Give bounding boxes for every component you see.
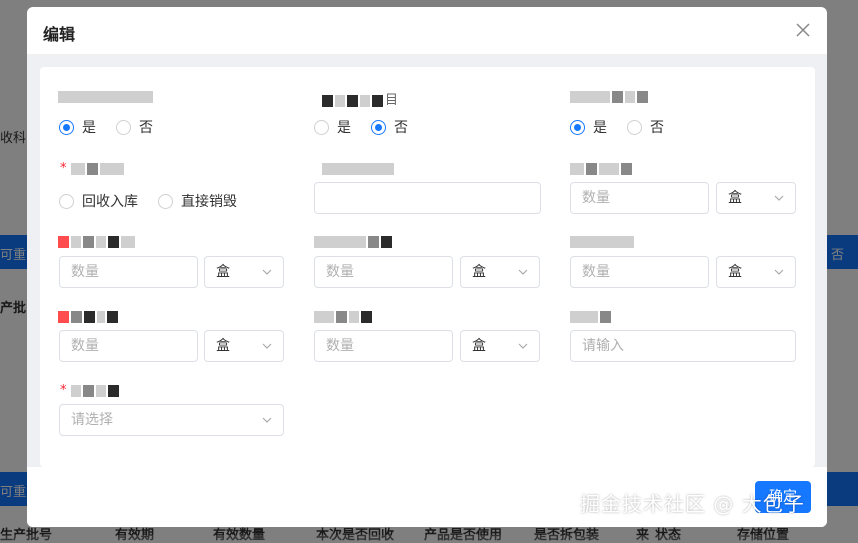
chevron-down-icon bbox=[262, 343, 272, 349]
quantity-input[interactable]: 数量 bbox=[314, 330, 453, 362]
chevron-down-icon bbox=[262, 269, 272, 275]
field-label-r3c3 bbox=[570, 234, 636, 249]
select-placeholder: 请选择 bbox=[71, 412, 113, 428]
field-label-r1c1 bbox=[58, 89, 155, 104]
unit-select-value: 盒 bbox=[728, 264, 742, 280]
chevron-down-icon bbox=[518, 343, 528, 349]
storage-location-select[interactable]: 请选择 bbox=[59, 404, 284, 436]
close-icon[interactable] bbox=[793, 20, 813, 40]
radio-indicator bbox=[627, 119, 642, 135]
unit-select[interactable]: 盒 bbox=[204, 256, 284, 288]
dialog-body: 是 否 目 是 否 是 否 * 回收入库 直接销毁 数量 盒 数量 盒 数量 盒… bbox=[27, 55, 827, 467]
dialog-title: 编辑 bbox=[43, 25, 76, 44]
field-label-r3c2 bbox=[314, 234, 394, 249]
radio-group-r1c2: 是 否 bbox=[314, 117, 428, 137]
radio-label: 是 bbox=[593, 120, 607, 136]
radio-label: 否 bbox=[139, 120, 153, 136]
quantity-input[interactable]: 数量 bbox=[314, 256, 453, 288]
radio-indicator bbox=[371, 119, 386, 135]
quantity-input[interactable]: 数量 bbox=[59, 330, 198, 362]
radio-no[interactable]: 否 bbox=[627, 117, 664, 137]
radio-indicator bbox=[59, 119, 74, 135]
radio-label: 回收入库 bbox=[82, 194, 138, 210]
chevron-down-icon bbox=[774, 269, 784, 275]
radio-indicator bbox=[158, 193, 173, 209]
field-label-r1c2: 目 bbox=[322, 89, 398, 108]
radio-recycle-storage[interactable]: 回收入库 bbox=[59, 191, 138, 211]
unit-select-value: 盒 bbox=[472, 264, 486, 280]
radio-group-r1c1: 是 否 bbox=[59, 117, 173, 137]
unit-select[interactable]: 盒 bbox=[204, 330, 284, 362]
watermark: 掘金技术社区 @ 大包子 bbox=[580, 492, 805, 516]
quantity-input[interactable]: 数量 bbox=[570, 256, 709, 288]
chevron-down-icon bbox=[774, 195, 784, 201]
field-label-r4c2 bbox=[314, 309, 374, 324]
radio-no[interactable]: 否 bbox=[371, 117, 408, 137]
unit-select[interactable]: 盒 bbox=[460, 256, 540, 288]
radio-label: 直接销毁 bbox=[181, 194, 237, 210]
radio-label: 是 bbox=[82, 120, 96, 136]
unit-select-value: 盒 bbox=[216, 264, 230, 280]
radio-label: 是 bbox=[337, 120, 351, 136]
field-label-r2c2 bbox=[322, 161, 396, 176]
text-input[interactable] bbox=[314, 182, 541, 214]
chevron-down-icon bbox=[518, 269, 528, 275]
radio-label: 否 bbox=[394, 120, 408, 136]
radio-no[interactable]: 否 bbox=[116, 117, 153, 137]
unit-select[interactable]: 盒 bbox=[716, 256, 796, 288]
radio-destroy[interactable]: 直接销毁 bbox=[158, 191, 237, 211]
edit-dialog: 编辑 是 否 目 是 否 是 否 * 回收入库 直接销毁 数量 盒 数量 盒 数… bbox=[27, 7, 827, 527]
dialog-header: 编辑 bbox=[27, 7, 827, 55]
field-label-r4c3 bbox=[570, 309, 613, 324]
text-input[interactable]: 请输入 bbox=[570, 330, 796, 362]
field-label-r2c1: * bbox=[60, 161, 126, 176]
label-suffix: 目 bbox=[385, 93, 399, 108]
field-label-r3c1 bbox=[58, 234, 137, 249]
radio-label: 否 bbox=[650, 120, 664, 136]
unit-select-value: 盒 bbox=[728, 190, 742, 206]
radio-indicator bbox=[59, 193, 74, 209]
quantity-input[interactable]: 数量 bbox=[59, 256, 198, 288]
unit-select-value: 盒 bbox=[216, 338, 230, 354]
radio-yes[interactable]: 是 bbox=[59, 117, 96, 137]
field-label-r5c1: * bbox=[60, 383, 121, 398]
radio-yes[interactable]: 是 bbox=[314, 117, 351, 137]
field-label-r2c3 bbox=[570, 161, 634, 176]
unit-select-value: 盒 bbox=[472, 338, 486, 354]
radio-indicator bbox=[570, 119, 585, 135]
field-label-r4c1 bbox=[58, 309, 120, 324]
radio-group-r1c3: 是 否 bbox=[570, 117, 684, 137]
radio-indicator bbox=[116, 119, 131, 135]
radio-yes[interactable]: 是 bbox=[570, 117, 607, 137]
chevron-down-icon bbox=[262, 417, 272, 423]
radio-group-r2c1: 回收入库 直接销毁 bbox=[59, 191, 257, 211]
quantity-input[interactable]: 数量 bbox=[570, 182, 709, 214]
unit-select[interactable]: 盒 bbox=[460, 330, 540, 362]
unit-select[interactable]: 盒 bbox=[716, 182, 796, 214]
form-panel: 是 否 目 是 否 是 否 * 回收入库 直接销毁 数量 盒 数量 盒 数量 盒… bbox=[40, 67, 815, 467]
field-label-r1c3 bbox=[570, 89, 650, 104]
radio-indicator bbox=[314, 119, 329, 135]
